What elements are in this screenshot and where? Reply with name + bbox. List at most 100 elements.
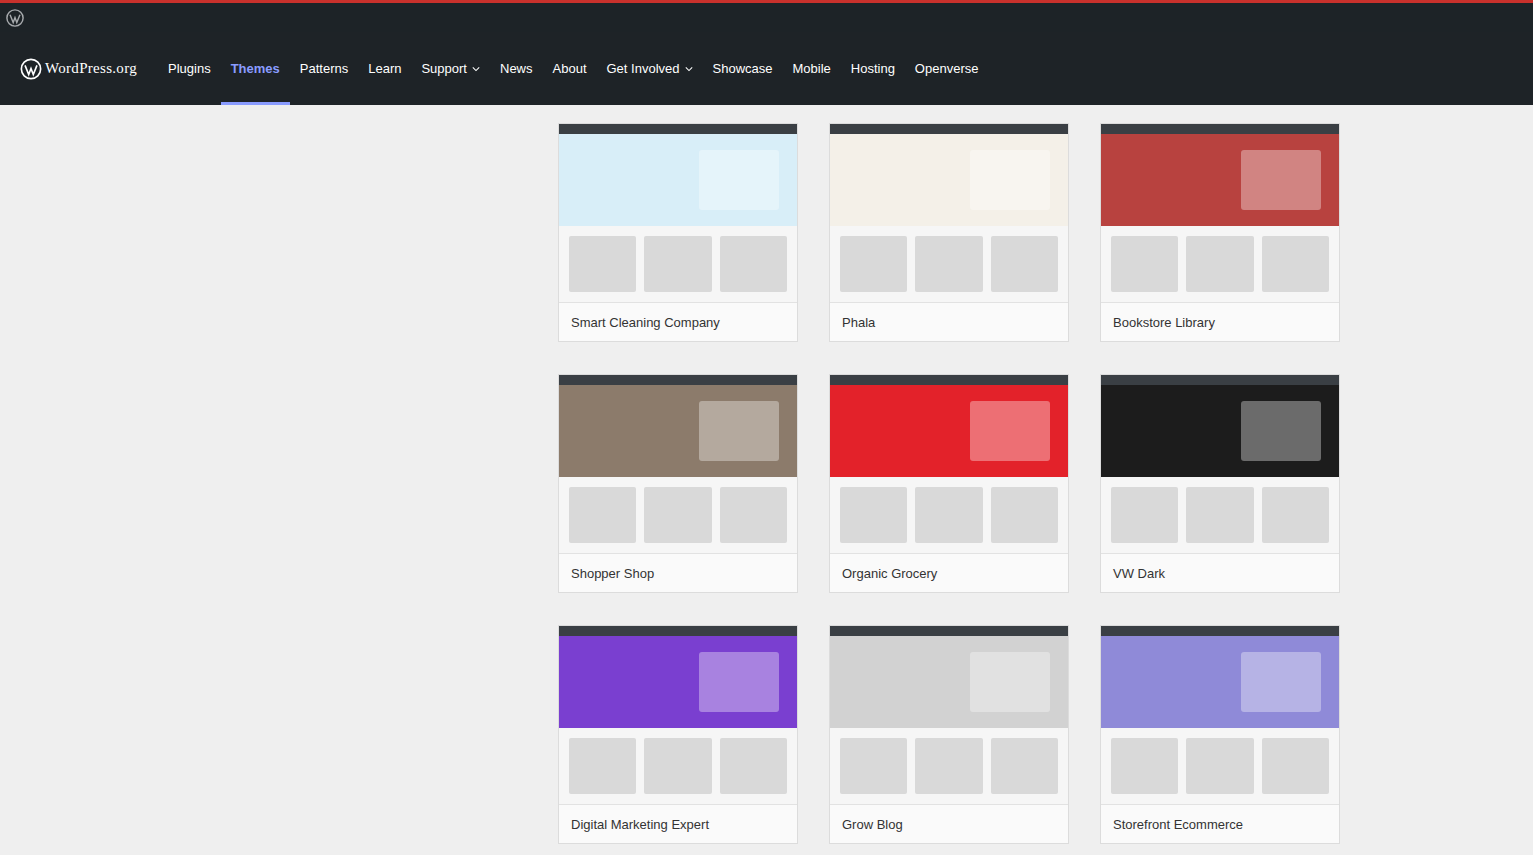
screenshot-blocks bbox=[1101, 728, 1339, 804]
nav-item[interactable]: Showcase bbox=[703, 32, 783, 105]
screenshot-block bbox=[1111, 236, 1178, 292]
theme-screenshot[interactable] bbox=[830, 626, 1068, 805]
screenshot-hero-panel bbox=[699, 401, 779, 461]
screenshot-block bbox=[720, 487, 787, 543]
screenshot-hero bbox=[830, 134, 1068, 226]
theme-name[interactable]: Organic Grocery bbox=[830, 554, 1068, 592]
chevron-down-icon bbox=[685, 66, 693, 72]
screenshot-block bbox=[1262, 487, 1329, 543]
screenshot-hero bbox=[830, 636, 1068, 728]
theme-screenshot[interactable] bbox=[1101, 375, 1339, 554]
theme-name[interactable]: Grow Blog bbox=[830, 805, 1068, 843]
nav-item[interactable]: Patterns bbox=[290, 32, 358, 105]
nav-bar: WordPress.orgPluginsThemesPatternsLearnS… bbox=[0, 32, 1533, 105]
theme-name[interactable]: Storefront Ecommerce bbox=[1101, 805, 1339, 843]
main-nav: PluginsThemesPatternsLearnSupportNewsAbo… bbox=[158, 32, 988, 105]
site-logo[interactable]: WordPress.org bbox=[20, 32, 137, 105]
screenshot-blocks bbox=[830, 226, 1068, 302]
screenshot-block bbox=[1262, 236, 1329, 292]
screenshot-block bbox=[720, 738, 787, 794]
screenshot-blocks bbox=[830, 728, 1068, 804]
theme-screenshot[interactable] bbox=[559, 626, 797, 805]
theme-card[interactable]: Storefront Ecommerce bbox=[1100, 625, 1340, 844]
screenshot-block bbox=[840, 738, 907, 794]
screenshot-hero bbox=[559, 385, 797, 477]
screenshot-block bbox=[1186, 236, 1253, 292]
screenshot-hero bbox=[1101, 134, 1339, 226]
theme-screenshot[interactable] bbox=[559, 124, 797, 303]
theme-screenshot[interactable] bbox=[830, 124, 1068, 303]
screenshot-header bbox=[830, 375, 1068, 385]
screenshot-block bbox=[840, 487, 907, 543]
theme-name[interactable]: VW Dark bbox=[1101, 554, 1339, 592]
screenshot-header bbox=[830, 626, 1068, 636]
nav-item[interactable]: Themes bbox=[221, 32, 290, 105]
chevron-down-icon bbox=[472, 66, 480, 72]
theme-screenshot[interactable] bbox=[1101, 124, 1339, 303]
screenshot-block bbox=[991, 487, 1058, 543]
screenshot-hero bbox=[559, 636, 797, 728]
screenshot-block bbox=[915, 236, 982, 292]
screenshot-blocks bbox=[1101, 226, 1339, 302]
wordpress-logo-icon bbox=[20, 58, 42, 80]
screenshot-header bbox=[1101, 626, 1339, 636]
screenshot-block bbox=[1186, 487, 1253, 543]
nav-item[interactable]: News bbox=[490, 32, 543, 105]
nav-item[interactable]: About bbox=[543, 32, 597, 105]
screenshot-block bbox=[991, 738, 1058, 794]
screenshot-block bbox=[720, 236, 787, 292]
screenshot-blocks bbox=[559, 226, 797, 302]
theme-card[interactable]: Shopper Shop bbox=[558, 374, 798, 593]
screenshot-hero bbox=[1101, 385, 1339, 477]
screenshot-header bbox=[1101, 124, 1339, 134]
nav-item[interactable]: Get Involved bbox=[597, 32, 703, 105]
themes-content: Smart Cleaning Company Phala Bookstore Lib… bbox=[0, 105, 1533, 844]
screenshot-header bbox=[1101, 375, 1339, 385]
screenshot-block bbox=[1111, 487, 1178, 543]
screenshot-block bbox=[1111, 738, 1178, 794]
theme-screenshot[interactable] bbox=[559, 375, 797, 554]
theme-card[interactable]: Grow Blog bbox=[829, 625, 1069, 844]
screenshot-blocks bbox=[830, 477, 1068, 553]
theme-card[interactable]: Organic Grocery bbox=[829, 374, 1069, 593]
theme-screenshot[interactable] bbox=[1101, 626, 1339, 805]
page: WordPress.orgPluginsThemesPatternsLearnS… bbox=[0, 0, 1533, 855]
screenshot-hero bbox=[830, 385, 1068, 477]
screenshot-header bbox=[559, 375, 797, 385]
screenshot-hero-panel bbox=[699, 150, 779, 210]
screenshot-block bbox=[991, 236, 1058, 292]
theme-name[interactable]: Shopper Shop bbox=[559, 554, 797, 592]
screenshot-blocks bbox=[559, 477, 797, 553]
nav-item[interactable]: Support bbox=[411, 32, 490, 105]
screenshot-block bbox=[840, 236, 907, 292]
nav-item[interactable]: Hosting bbox=[841, 32, 905, 105]
nav-item[interactable]: Openverse bbox=[905, 32, 989, 105]
nav-item[interactable]: Mobile bbox=[782, 32, 840, 105]
theme-name[interactable]: Bookstore Library bbox=[1101, 303, 1339, 341]
theme-card[interactable]: Smart Cleaning Company bbox=[558, 123, 798, 342]
admin-bar bbox=[0, 0, 1533, 32]
nav-item[interactable]: Plugins bbox=[158, 32, 221, 105]
screenshot-block bbox=[569, 487, 636, 543]
screenshot-hero-panel bbox=[1241, 150, 1321, 210]
theme-card[interactable]: Phala bbox=[829, 123, 1069, 342]
theme-screenshot[interactable] bbox=[830, 375, 1068, 554]
theme-card[interactable]: Digital Marketing Expert bbox=[558, 625, 798, 844]
screenshot-hero bbox=[1101, 636, 1339, 728]
nav-item[interactable]: Learn bbox=[358, 32, 411, 105]
theme-name[interactable]: Smart Cleaning Company bbox=[559, 303, 797, 341]
screenshot-hero-panel bbox=[970, 150, 1050, 210]
screenshot-block bbox=[915, 738, 982, 794]
theme-card[interactable]: Bookstore Library bbox=[1100, 123, 1340, 342]
theme-name[interactable]: Digital Marketing Expert bbox=[559, 805, 797, 843]
screenshot-header bbox=[559, 626, 797, 636]
theme-card[interactable]: VW Dark bbox=[1100, 374, 1340, 593]
screenshot-block bbox=[644, 487, 711, 543]
screenshot-header bbox=[559, 124, 797, 134]
wordpress-icon[interactable] bbox=[6, 9, 24, 27]
screenshot-block bbox=[1262, 738, 1329, 794]
site-logo-text: WordPress.org bbox=[45, 60, 137, 77]
screenshot-block bbox=[644, 738, 711, 794]
theme-name[interactable]: Phala bbox=[830, 303, 1068, 341]
screenshot-hero bbox=[559, 134, 797, 226]
